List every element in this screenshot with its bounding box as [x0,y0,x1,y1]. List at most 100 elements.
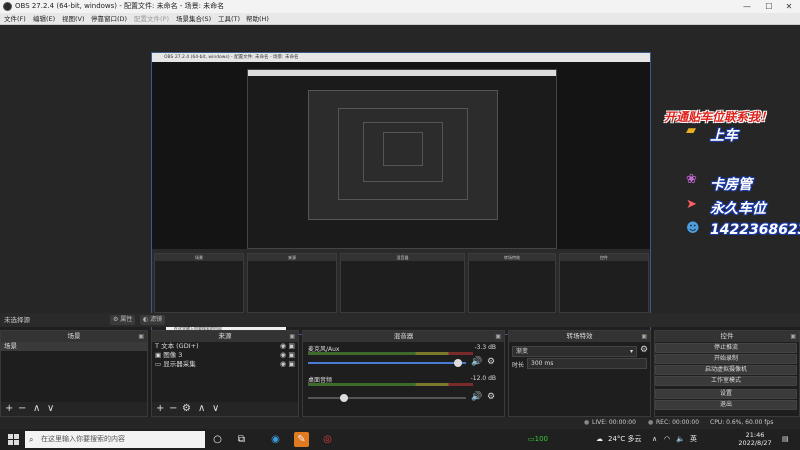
volume-meter [308,383,473,386]
visibility-lock-icons[interactable]: ◉ ▣ [280,360,295,369]
search-icon: ⌕ [29,435,34,444]
volume-slider[interactable] [308,397,466,399]
app-icon[interactable]: ✎ [294,432,309,447]
visibility-lock-icons[interactable]: ◉ ▣ [280,342,295,351]
promo-title: 开通贴车位联系我！ [664,110,773,124]
mixer-header: 混音器 ▣ [303,331,504,342]
menu-help[interactable]: 帮助(H) [246,13,269,25]
battery-icon: ▭100 [528,435,548,443]
text-icon: T [155,342,159,350]
weather-icon: ☁ [596,435,603,443]
close-button[interactable]: ✕ [778,0,800,13]
task-view-icon[interactable]: ⧉ [234,432,249,447]
menu-tools[interactable]: 工具(T) [218,13,240,25]
settings-button[interactable]: 设置 [655,389,797,399]
volume-slider[interactable] [308,362,466,364]
live-time: LIVE: 00:00:00 [592,419,636,426]
avatar-icon: ☻ [686,221,700,236]
edge-icon[interactable]: ◉ [268,432,283,447]
studio-mode-button[interactable]: 工作室模式 [655,376,797,386]
notification-icon[interactable]: ▤ [782,429,789,450]
speaker-icon[interactable]: 🔊 [471,357,482,367]
source-item[interactable]: ▭ 显示器采集 ◉ ▣ [152,360,298,369]
cpu-fps: CPU: 0.6%, 60.00 fps [710,419,774,426]
move-up-button[interactable]: ∧ [33,402,40,416]
maximize-button[interactable]: ☐ [758,0,780,13]
system-clock[interactable]: 21:46 2022/8/27 [735,431,775,447]
nested-window-title: OBS 27.2.4 (64-bit, windows) - 配置文件: 未命名… [152,53,650,62]
detach-icon[interactable]: ▣ [289,331,295,342]
gear-icon[interactable]: ⚙ [640,345,648,355]
monitor-icon: ▭ [155,360,162,368]
preview-canvas[interactable]: OBS 27.2.4 (64-bit, windows) - 配置文件: 未命名… [151,52,651,335]
source-settings-button[interactable]: ⚙ [182,402,191,416]
volume-meter [308,352,473,355]
detach-icon[interactable]: ▣ [790,331,796,342]
preview-area: OBS 27.2.4 (64-bit, windows) - 配置文件: 未命名… [0,25,800,335]
menu-scene-collection[interactable]: 场景集合(S) [176,13,211,25]
input-method[interactable]: 英 [690,429,697,450]
taskbar-search[interactable]: ⌕ 在这里输入你要搜索的内容 [25,431,205,448]
weather-text: 24°C 多云 [608,435,642,443]
sources-dock: 来源 ▣ T 文本 (GDI+) ◉ ▣ ▣ 图像 3 ◉ ▣ ▭ 显示器采集 ◉… [151,330,299,417]
status-bar: ● LIVE: 00:00:00 ● REC: 00:00:00 CPU: 0.… [0,417,800,429]
gold-bar-icon: ▰ [686,123,696,138]
menu-bar: 文件(F) 编辑(E) 视图(V) 停靠窗口(D) 配置文件(P) 场景集合(S… [0,13,800,25]
duration-field[interactable]: 300 ms [527,358,647,369]
transitions-dock: 转场特效 ▣ 渐变 ▾ ⚙ 时长 300 ms [508,330,651,417]
menu-docks[interactable]: 停靠窗口(D) [91,13,127,25]
menu-profile[interactable]: 配置文件(P) [134,13,169,25]
source-item[interactable]: T 文本 (GDI+) ◉ ▣ [152,342,298,351]
transition-select[interactable]: 渐变 ▾ [512,346,637,357]
exit-button[interactable]: 退出 [655,400,797,410]
add-scene-button[interactable]: + [5,402,13,416]
mixer-track-desktop: 桌面音频 -12.0 dB 🔊 ⚙ [308,375,496,402]
start-recording-button[interactable]: 开始录制 [655,354,797,364]
no-source-label: 未选择源 [4,316,30,324]
menu-edit[interactable]: 编辑(E) [33,13,55,25]
filters-button[interactable]: ◐ 滤镜 [140,315,166,325]
move-down-button[interactable]: ∨ [47,402,54,416]
obs-logo-icon [3,2,12,11]
move-down-button[interactable]: ∨ [212,402,219,416]
stop-streaming-button[interactable]: 停止推流 [655,343,797,353]
move-up-button[interactable]: ∧ [198,402,205,416]
rec-indicator-icon: ● [648,419,654,426]
detach-icon[interactable]: ▣ [495,331,501,342]
remove-source-button[interactable]: − [169,402,177,416]
promo-line-2: 卡房管 [710,177,752,193]
gear-icon[interactable]: ⚙ [487,357,495,367]
obs-taskbar-icon[interactable]: ◎ [320,432,335,447]
source-item[interactable]: ▣ 图像 3 ◉ ▣ [152,351,298,360]
volume-slider-thumb[interactable] [453,359,462,367]
gear-icon[interactable]: ⚙ [487,392,495,402]
volume-icon[interactable]: 🔈 [676,429,685,450]
volume-slider-thumb[interactable] [339,394,348,402]
menu-file[interactable]: 文件(F) [4,13,26,25]
tray-chevron-icon[interactable]: ∧ [652,429,657,450]
promo-line-1: 上车 [710,128,738,144]
remove-scene-button[interactable]: − [18,402,26,416]
properties-button[interactable]: ⚙ 属性 [110,315,136,325]
car-icon: ➤ [686,197,697,212]
transitions-header: 转场特效 ▣ [509,331,650,342]
wifi-icon[interactable]: ◠ [664,429,670,450]
windows-start-icon[interactable] [8,434,19,445]
start-virtual-camera-button[interactable]: 启动虚拟摄像机 [655,365,797,375]
taskbar: ⌕ 在这里输入你要搜索的内容 ○ ⧉ ◉ ✎ ◎ ▭100 ☁ 24°C 多云 … [0,429,800,450]
title-bar: OBS 27.2.4 (64-bit, windows) - 配置文件: 未命名… [0,0,800,13]
cortana-icon[interactable]: ○ [210,432,225,447]
scene-item[interactable]: 场景 [1,342,147,351]
scenes-dock: 场景 ▣ 场景 + − ∧ ∨ [0,330,148,417]
visibility-lock-icons[interactable]: ◉ ▣ [280,351,295,360]
minimize-button[interactable]: — [736,0,758,13]
sources-footer: + − ⚙ ∧ ∨ [152,402,298,416]
detach-icon[interactable]: ▣ [138,331,144,342]
source-toolbar: 未选择源 ⚙ 属性 ◐ 滤镜 [0,313,800,327]
live-indicator-icon: ● [584,419,590,426]
add-source-button[interactable]: + [156,402,164,416]
scenes-footer: + − ∧ ∨ [1,402,147,416]
detach-icon[interactable]: ▣ [641,331,647,342]
speaker-icon[interactable]: 🔊 [471,392,482,402]
menu-view[interactable]: 视图(V) [62,13,85,25]
